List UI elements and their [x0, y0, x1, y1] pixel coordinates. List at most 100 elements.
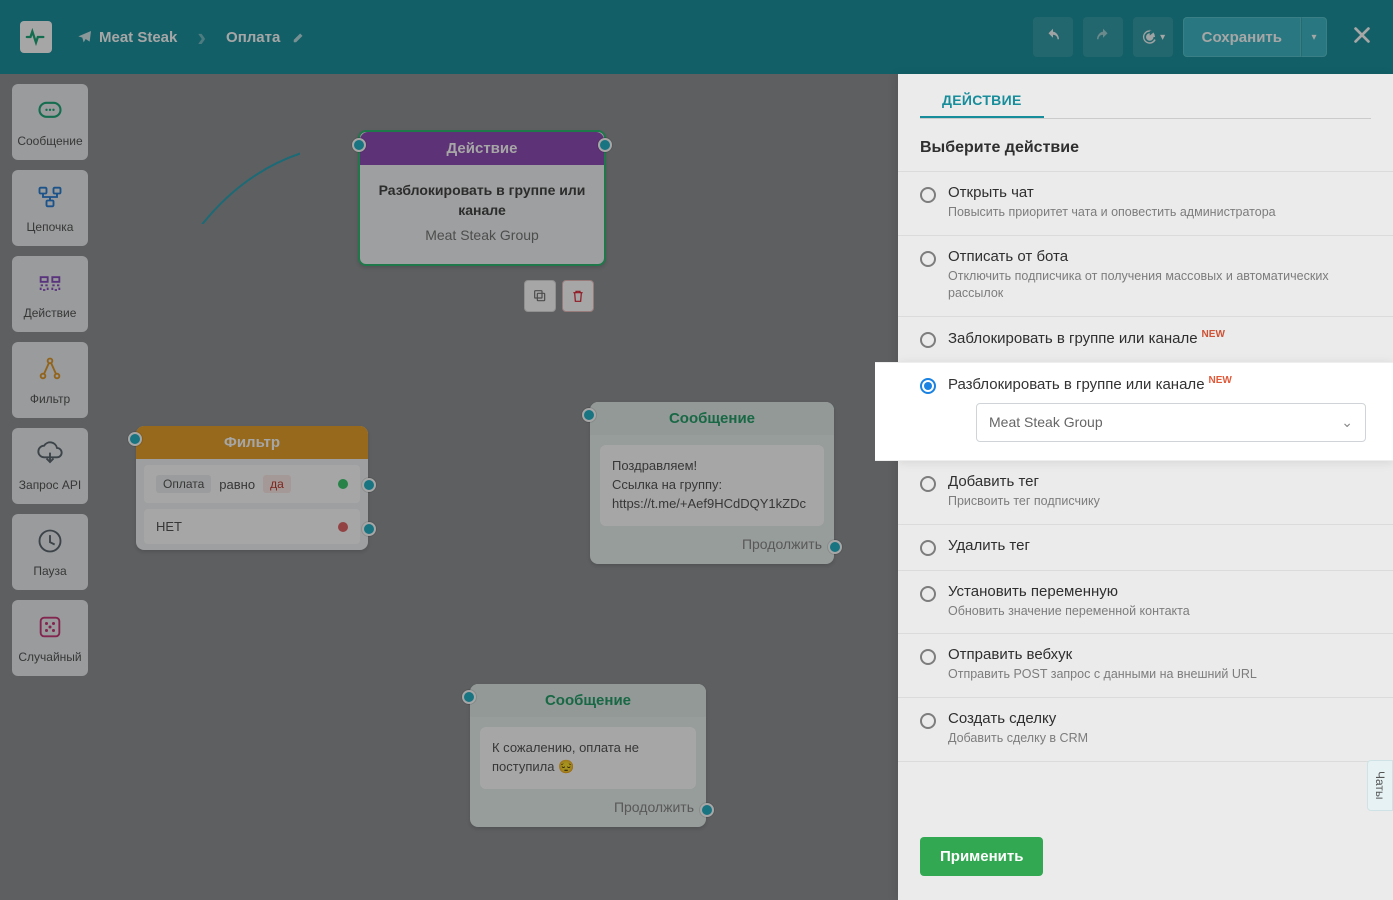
copy-icon [532, 288, 548, 304]
breadcrumb-bot[interactable]: Meat Steak [77, 29, 177, 46]
port-in[interactable] [352, 138, 366, 152]
status-dot-green-icon [338, 479, 348, 489]
node-action-group: Meat Steak Group [372, 226, 592, 246]
action-option-add-tag[interactable]: Добавить тег Присвоить тег подписчику [898, 460, 1393, 524]
action-option-unblock[interactable]: Разблокировать в группе или каналеNEW Mea… [898, 362, 1393, 460]
undo-button[interactable] [1033, 17, 1073, 57]
telegram-icon [77, 29, 93, 45]
breadcrumb-flow-label: Оплата [226, 29, 280, 46]
port-in[interactable] [128, 432, 142, 446]
breadcrumb-bot-label: Meat Steak [99, 29, 177, 46]
header-actions: ▾ Сохранить ▾ [1033, 17, 1373, 57]
delete-node-button[interactable] [562, 280, 594, 312]
action-option-open-chat[interactable]: Открыть чат Повысить приоритет чата и опо… [898, 171, 1393, 235]
filter-condition-yes[interactable]: Оплата равно да [144, 465, 360, 503]
chats-tab[interactable]: Чаты [1367, 760, 1393, 811]
tool-random[interactable]: Случайный [12, 600, 88, 676]
action-panel: ДЕЙСТВИЕ Выберите действие Открыть чатПо… [898, 74, 1393, 900]
tool-filter[interactable]: Фильтр [12, 342, 88, 418]
port-out[interactable] [598, 138, 612, 152]
history-icon [1140, 28, 1158, 46]
caret-down-icon: ▾ [1311, 32, 1316, 43]
option-subtitle: Присвоить тег подписчику [948, 493, 1371, 510]
breadcrumb-sep-icon: › [197, 22, 206, 53]
tool-action[interactable]: Действие [12, 256, 88, 332]
copy-node-button[interactable] [524, 280, 556, 312]
message-text: Поздравляем! Ссылка на группу: https://t… [600, 445, 824, 526]
port-out-no[interactable] [362, 522, 376, 536]
option-subtitle: Добавить сделку в CRM [948, 730, 1371, 747]
option-title: Добавить тег [948, 473, 1371, 490]
radio-icon [920, 586, 936, 602]
action-option-remove-tag[interactable]: Удалить тег [898, 524, 1393, 570]
tool-pause[interactable]: Пауза [12, 514, 88, 590]
app-header: Meat Steak › Оплата ▾ Сохранить ▾ [0, 0, 1393, 74]
port-in[interactable] [582, 408, 596, 422]
tool-chain[interactable]: Цепочка [12, 170, 88, 246]
filter-op: равно [219, 477, 255, 492]
tool-api[interactable]: Запрос API [12, 428, 88, 504]
action-option-set-var[interactable]: Установить переменную Обновить значение п… [898, 570, 1393, 634]
node-message-success[interactable]: Сообщение Поздравляем! Ссылка на группу:… [590, 402, 834, 564]
history-button[interactable]: ▾ [1133, 17, 1173, 57]
breadcrumb-flow[interactable]: Оплата [226, 29, 306, 46]
tool-message[interactable]: Сообщение [12, 84, 88, 160]
trash-icon [570, 288, 586, 304]
action-option-block[interactable]: Заблокировать в группе или каналеNEW [898, 316, 1393, 362]
new-badge: NEW [1209, 375, 1232, 386]
redo-button[interactable] [1083, 17, 1123, 57]
option-title: Установить переменную [948, 583, 1371, 600]
port-out-yes[interactable] [362, 478, 376, 492]
node-action-title: Действие [360, 132, 604, 165]
node-title: Сообщение [470, 684, 706, 717]
radio-icon [920, 649, 936, 665]
action-icon [36, 269, 64, 300]
node-filter-title: Фильтр [136, 426, 368, 459]
port-out[interactable] [700, 803, 714, 817]
action-option-webhook[interactable]: Отправить вебхукОтправить POST запрос с … [898, 633, 1393, 697]
filter-condition-no[interactable]: НЕТ [144, 509, 360, 544]
option-subtitle: Отключить подписчика от получения массов… [948, 268, 1371, 302]
radio-icon [920, 332, 936, 348]
redo-icon [1094, 28, 1112, 46]
node-message-fail[interactable]: Сообщение К сожалению, оплата не поступи… [470, 684, 706, 827]
action-option-unsubscribe[interactable]: Отписать от бота Отключить подписчика от … [898, 235, 1393, 316]
radio-icon [920, 378, 936, 394]
option-title: Открыть чат [948, 184, 1371, 201]
save-dropdown-button[interactable]: ▾ [1301, 17, 1327, 57]
node-action[interactable]: Действие Разблокировать в группе или кан… [358, 130, 606, 266]
continue-label: Продолжить [614, 799, 694, 815]
random-icon [36, 613, 64, 644]
toolbox: Сообщение Цепочка Действие Фильтр Запрос API… [12, 84, 88, 676]
radio-icon [920, 713, 936, 729]
apply-button[interactable]: Применить [920, 837, 1043, 876]
close-button[interactable] [1351, 22, 1373, 53]
option-title: Создать сделку [948, 710, 1371, 727]
save-button[interactable]: Сохранить [1183, 17, 1301, 57]
option-subtitle: Повысить приоритет чата и оповестить адм… [948, 204, 1371, 221]
radio-icon [920, 251, 936, 267]
pencil-icon [292, 30, 306, 44]
tool-label: Сообщение [17, 134, 82, 148]
group-select[interactable]: Meat Steak Group⌄ [976, 403, 1366, 442]
option-title: Удалить тег [948, 537, 1371, 554]
option-subtitle: Обновить значение переменной контакта [948, 603, 1371, 620]
caret-down-icon: ▾ [1160, 32, 1165, 43]
option-title: Заблокировать в группе или каналеNEW [948, 329, 1371, 347]
filter-field: Оплата [156, 475, 211, 493]
option-title: Разблокировать в группе или каналеNEW [948, 375, 1371, 393]
chain-icon [36, 183, 64, 214]
tool-label: Случайный [18, 650, 81, 664]
message-icon [36, 97, 64, 128]
tool-label: Действие [24, 306, 77, 320]
node-filter[interactable]: Фильтр Оплата равно да НЕТ [136, 426, 368, 550]
action-option-create-deal[interactable]: Создать сделку Добавить сделку в CRM [898, 697, 1393, 762]
panel-title: ДЕЙСТВИЕ [920, 74, 1044, 118]
port-in[interactable] [462, 690, 476, 704]
tool-label: Фильтр [30, 392, 70, 406]
breadcrumb: Meat Steak › Оплата [77, 22, 306, 53]
logo[interactable] [20, 21, 52, 53]
option-title: Отписать от бота [948, 248, 1371, 265]
port-out[interactable] [828, 540, 842, 554]
action-options-list: Открыть чат Повысить приоритет чата и опо… [898, 171, 1393, 762]
